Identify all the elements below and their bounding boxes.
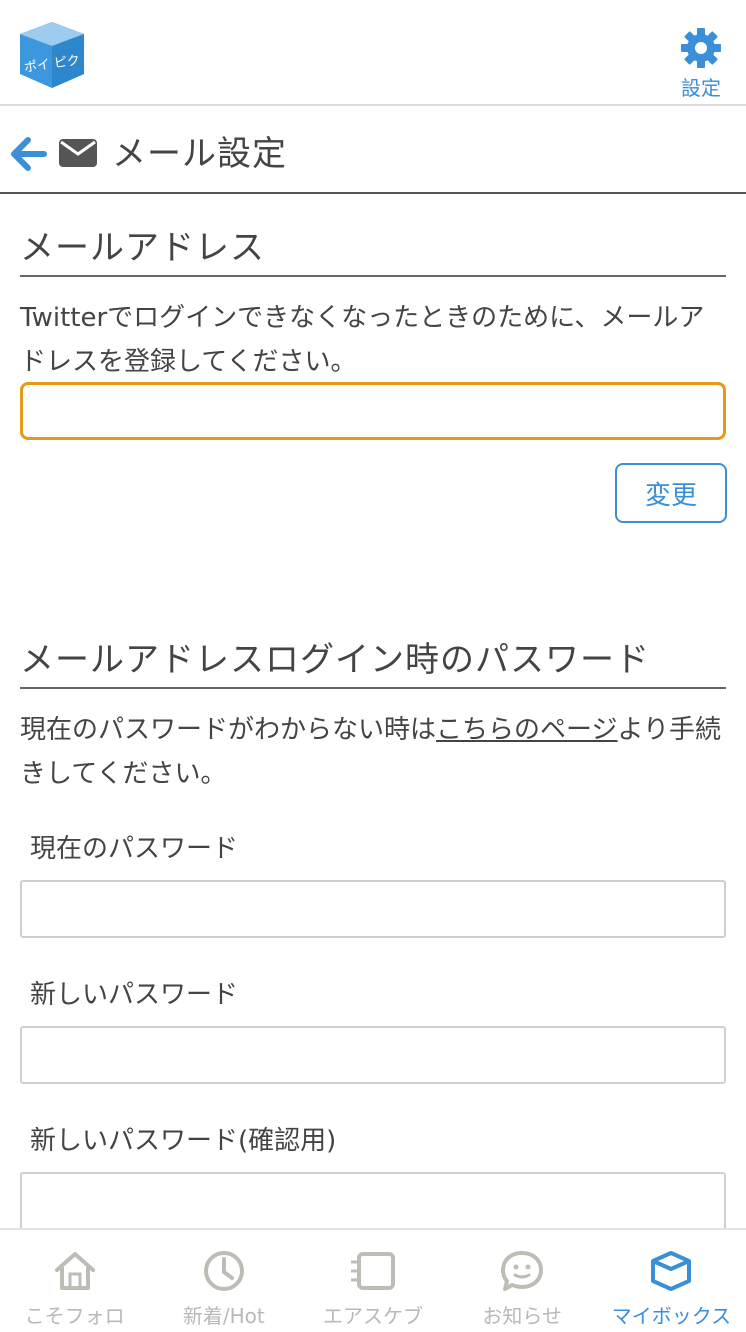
nav-label: こそフォロ (24, 1304, 125, 1328)
clock-icon (203, 1251, 244, 1291)
chat-icon (501, 1251, 544, 1291)
nav-label: エアスケブ (323, 1304, 423, 1328)
envelope-icon (58, 138, 98, 168)
change-email-button[interactable]: 変更 (615, 463, 727, 523)
new-password-input[interactable] (20, 1026, 726, 1084)
email-input[interactable] (20, 382, 726, 440)
nav-label: お知らせ (482, 1304, 563, 1328)
back-arrow-icon (11, 137, 47, 171)
new-password-label: 新しいパスワード (30, 980, 239, 1010)
email-description: Twitterでログインできなくなったときのために、メールアドレスを登録してくだ… (20, 303, 705, 377)
gear-icon (681, 28, 721, 68)
nav-item-new-hot[interactable]: 新着/Hot (149, 1230, 298, 1332)
email-section-title: メールアドレス (20, 220, 726, 277)
confirm-password-input[interactable] (20, 1172, 726, 1230)
nav-item-airskeb[interactable]: エアスケブ (298, 1230, 447, 1332)
home-icon (54, 1252, 95, 1290)
settings-label: 設定 (681, 76, 721, 100)
poipiku-logo[interactable]: ポイ ピク (16, 18, 88, 90)
password-section-title: メールアドレスログイン時のパスワード (20, 632, 726, 689)
page-title: メール設定 (112, 134, 287, 174)
confirm-password-label: 新しいパスワード(確認用) (30, 1126, 337, 1156)
nav-item-notifications[interactable]: お知らせ (448, 1230, 597, 1332)
back-button[interactable] (10, 134, 48, 174)
nav-label: 新着/Hot (182, 1304, 265, 1328)
current-password-label: 現在のパスワード (30, 834, 239, 864)
bottom-nav: こそフォロ 新着/Hot エアスケブ お知らせ マイボックス (0, 1228, 746, 1332)
title-bar: メール設定 (0, 108, 746, 194)
app-header: ポイ ピク 設定 (0, 0, 746, 106)
password-reset-link[interactable]: こちらのページ (436, 715, 617, 745)
notebook-icon (351, 1252, 395, 1290)
password-description-text: 現在のパスワードがわからない時は (20, 715, 437, 745)
password-description: 現在のパスワードがわからない時はこちらのページより手続きしてください。 (20, 708, 730, 796)
nav-item-mybox[interactable]: マイボックス (597, 1230, 746, 1332)
settings-button[interactable]: 設定 (670, 26, 732, 100)
box-icon (651, 1251, 692, 1291)
nav-item-kosofollow[interactable]: こそフォロ (0, 1230, 149, 1332)
current-password-input[interactable] (20, 880, 726, 938)
nav-label: マイボックス (611, 1304, 732, 1328)
